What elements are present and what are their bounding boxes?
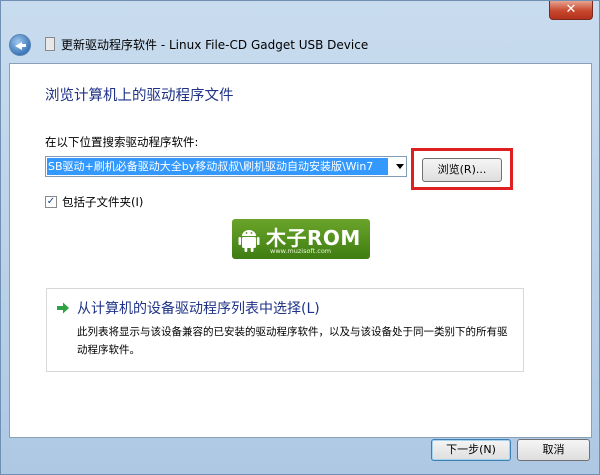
android-robot-icon <box>238 230 260 252</box>
next-button[interactable]: 下一步(N) <box>431 439 511 461</box>
device-icon <box>45 37 55 51</box>
path-combobox[interactable]: SB驱动+刷机必备驱动大全by移动叔叔\刷机驱动自动安装版\Win7 <box>45 156 407 177</box>
search-location-label: 在以下位置搜索驱动程序软件: <box>45 135 199 149</box>
green-arrow-icon <box>57 302 69 314</box>
dropdown-arrow-icon[interactable] <box>396 164 404 169</box>
path-input[interactable]: SB驱动+刷机必备驱动大全by移动叔叔\刷机驱动自动安装版\Win7 <box>47 158 388 175</box>
dialog-content: 浏览计算机上的驱动程序文件 在以下位置搜索驱动程序软件: SB驱动+刷机必备驱动… <box>9 63 592 438</box>
dialog-window: ✕ 更新驱动程序软件 - Linux File-CD Gadget USB De… <box>0 0 600 475</box>
option-description: 此列表将显示与该设备兼容的已安装的驱动程序软件，以及与该设备处于同一类别下的所有… <box>77 326 508 356</box>
close-button[interactable]: ✕ <box>549 1 593 20</box>
option-title[interactable]: 从计算机的设备驱动程序列表中选择(L) <box>77 298 320 318</box>
window-title: 更新驱动程序软件 - Linux File-CD Gadget USB Devi… <box>61 38 369 52</box>
page-heading: 浏览计算机上的驱动程序文件 <box>45 88 234 104</box>
include-subfolders-checkbox[interactable]: ✓ <box>45 196 57 208</box>
pick-from-list-option[interactable]: 从计算机的设备驱动程序列表中选择(L) 此列表将显示与该设备兼容的已安装的驱动程… <box>46 288 524 372</box>
include-subfolders-label: 包括子文件夹(I) <box>62 195 144 209</box>
browse-button[interactable]: 浏览(R)... <box>422 158 502 182</box>
back-arrow-icon[interactable] <box>9 34 31 56</box>
watermark-url: www.muzisoft.com <box>270 247 332 255</box>
cancel-button[interactable]: 取消 <box>517 439 590 461</box>
watermark-logo: 木子ROM www.muzisoft.com <box>232 219 370 259</box>
